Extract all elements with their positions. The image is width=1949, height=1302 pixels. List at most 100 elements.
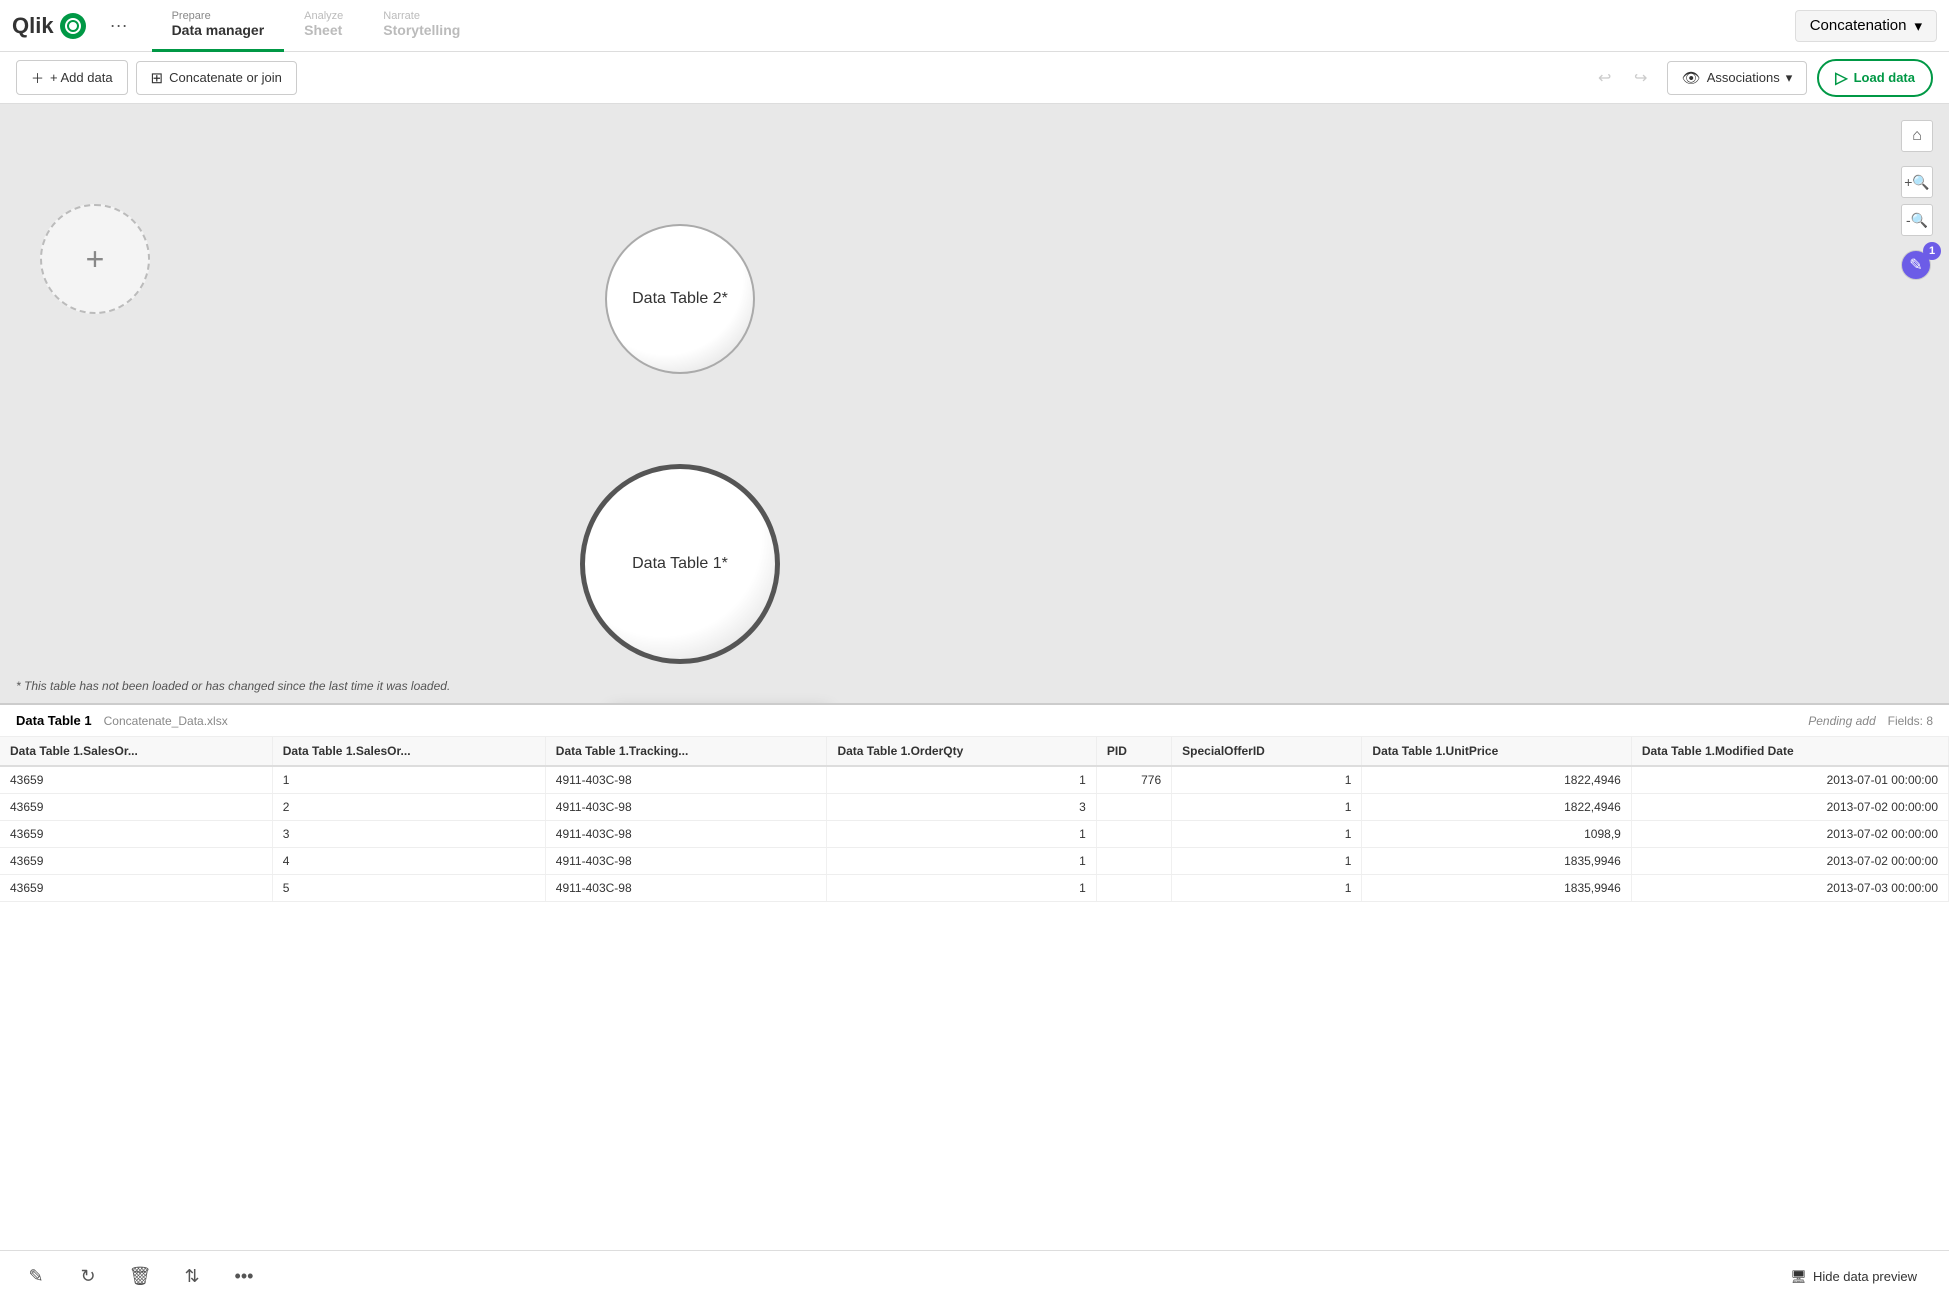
cell-r0-c6: 1822,4946 <box>1362 766 1631 794</box>
qlik-logo: Qlik <box>12 13 86 39</box>
cell-r3-c1: 4 <box>272 848 545 875</box>
cell-r4-c6: 1835,9946 <box>1362 875 1631 902</box>
more-options-button[interactable]: ··· <box>102 11 136 40</box>
cell-r0-c0: 43659 <box>0 766 272 794</box>
data-preview-panel: Data Table 1 Concatenate_Data.xlsx Pendi… <box>0 704 1949 1302</box>
qlik-text: Qlik <box>12 13 54 39</box>
table-row: 4365944911-403C-98111835,99462013-07-02 … <box>0 848 1949 875</box>
associations-button[interactable]: 👁 Associations ▾ <box>1667 61 1808 95</box>
add-data-button[interactable]: ＋ + Add data <box>16 60 128 95</box>
cell-r4-c1: 5 <box>272 875 545 902</box>
col-header-5[interactable]: SpecialOfferID <box>1172 737 1362 766</box>
cell-r0-c5: 1 <box>1172 766 1362 794</box>
data-preview-header: Data Table 1 Concatenate_Data.xlsx Pendi… <box>0 705 1949 737</box>
plus-icon: ＋ <box>31 68 44 87</box>
cell-r0-c4: 776 <box>1096 766 1171 794</box>
cell-r0-c7: 2013-07-01 00:00:00 <box>1631 766 1948 794</box>
notification-badge: 1 <box>1923 242 1941 260</box>
col-header-3[interactable]: Data Table 1.OrderQty <box>827 737 1096 766</box>
table1-node[interactable]: Data Table 1* <box>580 464 780 664</box>
load-data-button[interactable]: ▷ Load data <box>1817 59 1933 97</box>
cell-r2-c6: 1098,9 <box>1362 821 1631 848</box>
cell-r2-c7: 2013-07-02 00:00:00 <box>1631 821 1948 848</box>
more-icon-button[interactable]: ••• <box>228 1261 260 1293</box>
data-table: Data Table 1.SalesOr... Data Table 1.Sal… <box>0 737 1949 902</box>
cell-r0-c2: 4911-403C-98 <box>545 766 827 794</box>
bottom-action-icons: ✎ ↻ 🗑 ⇅ ••• <box>20 1261 260 1293</box>
cell-r2-c0: 43659 <box>0 821 272 848</box>
cell-r3-c7: 2013-07-02 00:00:00 <box>1631 848 1948 875</box>
tab-prepare[interactable]: Prepare Data manager <box>152 0 285 52</box>
hide-data-preview-button[interactable]: 🖥 Hide data preview <box>1778 1263 1929 1291</box>
delete-icon-button[interactable]: 🗑 <box>124 1261 156 1293</box>
tab-narrate[interactable]: Narrate Storytelling <box>363 0 480 52</box>
cell-r4-c3: 1 <box>827 875 1096 902</box>
cell-r1-c0: 43659 <box>0 794 272 821</box>
col-header-6[interactable]: Data Table 1.UnitPrice <box>1362 737 1631 766</box>
col-header-0[interactable]: Data Table 1.SalesOr... <box>0 737 272 766</box>
toolbar: ＋ + Add data ⊞ Concatenate or join ↩ ↪ 👁… <box>0 52 1949 104</box>
monitor-icon: 🖥 <box>1790 1269 1807 1285</box>
home-button[interactable]: ⌂ <box>1901 120 1933 152</box>
edit-icon-button[interactable]: ✎ <box>20 1261 52 1293</box>
cell-r0-c1: 1 <box>272 766 545 794</box>
top-navigation: Qlik ··· Prepare Data manager Analyze Sh… <box>0 0 1949 52</box>
cell-r3-c4 <box>1096 848 1171 875</box>
play-icon: ▷ <box>1835 68 1847 88</box>
col-header-4[interactable]: PID <box>1096 737 1171 766</box>
zoom-out-button[interactable]: -🔍 <box>1901 204 1933 236</box>
concatenate-join-button[interactable]: ⊞ Concatenate or join <box>136 61 297 95</box>
data-table-container[interactable]: Data Table 1.SalesOr... Data Table 1.Sal… <box>0 737 1949 1302</box>
table-row: 4365954911-403C-98111835,99462013-07-03 … <box>0 875 1949 902</box>
bottom-bar: ✎ ↻ 🗑 ⇅ ••• 🖥 Hide data preview <box>0 1250 1949 1302</box>
col-header-7[interactable]: Data Table 1.Modified Date <box>1631 737 1948 766</box>
cell-r3-c6: 1835,9946 <box>1362 848 1631 875</box>
canvas-tools: ⌂ +🔍 -🔍 ✎ 1 <box>1901 120 1933 280</box>
cell-r1-c6: 1822,4946 <box>1362 794 1631 821</box>
cell-r3-c2: 4911-403C-98 <box>545 848 827 875</box>
cell-r2-c5: 1 <box>1172 821 1362 848</box>
add-icon: + <box>86 241 105 278</box>
cell-r3-c3: 1 <box>827 848 1096 875</box>
zoom-in-button[interactable]: +🔍 <box>1901 166 1933 198</box>
tab-analyze[interactable]: Analyze Sheet <box>284 0 363 52</box>
qlik-logo-mark <box>60 13 86 39</box>
cell-r2-c2: 4911-403C-98 <box>545 821 827 848</box>
table-row: 4365914911-403C-98177611822,49462013-07-… <box>0 766 1949 794</box>
cell-r0-c3: 1 <box>827 766 1096 794</box>
cell-r2-c3: 1 <box>827 821 1096 848</box>
cell-r1-c2: 4911-403C-98 <box>545 794 827 821</box>
table2-node[interactable]: Data Table 2* <box>605 224 755 374</box>
refresh-icon-button[interactable]: ↻ <box>72 1261 104 1293</box>
concat-icon: ⊞ <box>151 69 164 87</box>
cell-r1-c7: 2013-07-02 00:00:00 <box>1631 794 1948 821</box>
concatenation-dropdown[interactable]: Concatenation ▾ <box>1795 10 1937 42</box>
col-header-2[interactable]: Data Table 1.Tracking... <box>545 737 827 766</box>
cell-r2-c4 <box>1096 821 1171 848</box>
table-row: 4365934911-403C-98111098,92013-07-02 00:… <box>0 821 1949 848</box>
cell-r4-c0: 43659 <box>0 875 272 902</box>
table-row: 4365924911-403C-983 11822,49462013-07-02 … <box>0 794 1949 821</box>
asterisk-note: * This table has not been loaded or has … <box>16 679 450 693</box>
cell-r1-c5: 1 <box>1172 794 1362 821</box>
cell-r1-c4 <box>1096 794 1171 821</box>
chevron-down-icon: ▾ <box>1786 70 1793 86</box>
filter-icon-button[interactable]: ⇅ <box>176 1261 208 1293</box>
eye-icon: 👁 <box>1682 69 1701 87</box>
col-header-1[interactable]: Data Table 1.SalesOr... <box>272 737 545 766</box>
cell-r4-c4 <box>1096 875 1171 902</box>
cell-r3-c5: 1 <box>1172 848 1362 875</box>
cell-r4-c7: 2013-07-03 00:00:00 <box>1631 875 1948 902</box>
cell-r4-c5: 1 <box>1172 875 1362 902</box>
cell-r1-c3: 3 <box>827 794 1096 821</box>
cell-r2-c1: 3 <box>272 821 545 848</box>
cell-r3-c0: 43659 <box>0 848 272 875</box>
undo-redo-group: ↩ ↪ <box>1589 62 1657 94</box>
undo-button[interactable]: ↩ <box>1589 62 1621 94</box>
toolbar-right: ↩ ↪ 👁 Associations ▾ ▷ Load data <box>1589 59 1933 97</box>
canvas-area: + Data Table 2* Data Table 1* ⌂ +🔍 -🔍 ✎ … <box>0 104 1949 704</box>
add-data-circle[interactable]: + <box>40 204 150 314</box>
cell-r4-c2: 4911-403C-98 <box>545 875 827 902</box>
cell-r1-c1: 2 <box>272 794 545 821</box>
redo-button[interactable]: ↪ <box>1625 62 1657 94</box>
